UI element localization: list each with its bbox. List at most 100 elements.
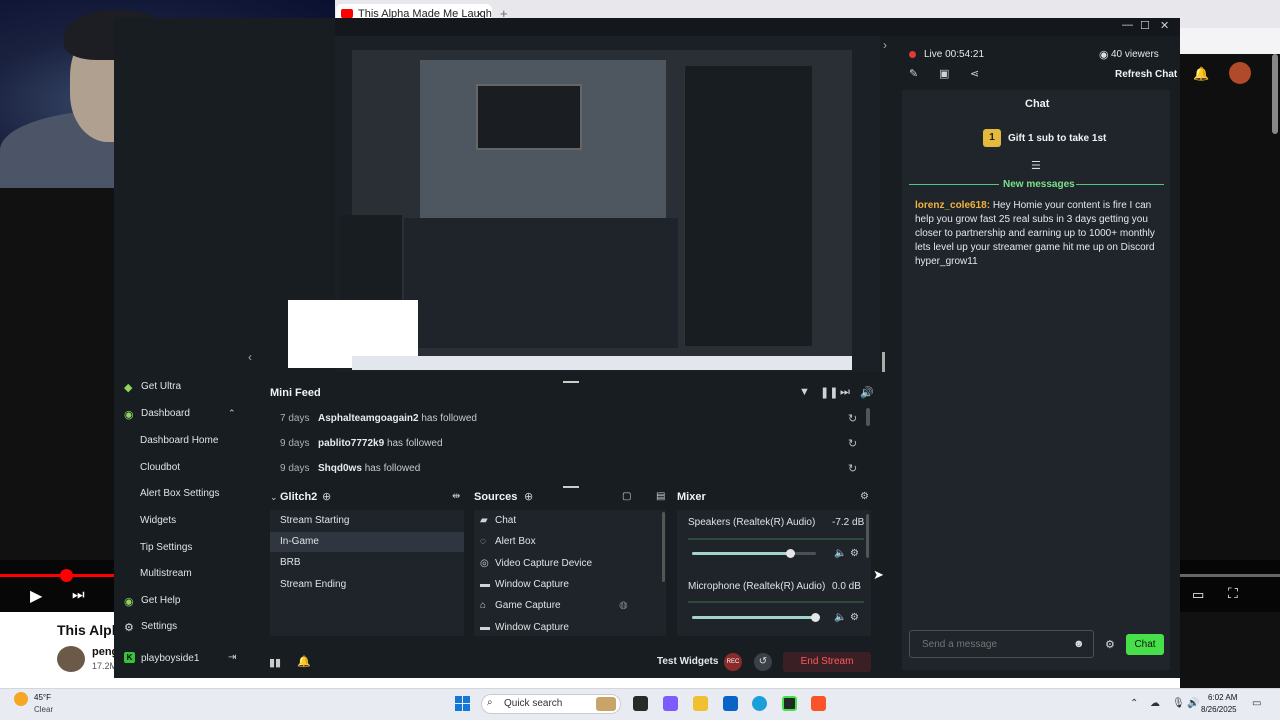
weather-temperature[interactable]: 45°F — [34, 693, 51, 702]
scene-item[interactable]: Stream Ending — [270, 575, 464, 595]
channel-gear-icon[interactable]: ⚙ — [850, 612, 859, 623]
volume-icon[interactable]: 🔊 — [860, 386, 874, 399]
sources-scrollbar[interactable] — [662, 512, 665, 582]
expand-right-icon[interactable]: › — [883, 38, 887, 52]
source-item[interactable]: ◌ Alert Box — [480, 536, 536, 547]
weather-icon[interactable] — [14, 692, 28, 706]
volume-tray-icon[interactable]: 🔊 — [1187, 698, 1199, 709]
replay-alert-icon[interactable]: ↻ — [848, 437, 857, 450]
mixer-volume-slider[interactable] — [692, 552, 816, 555]
notifications-icon[interactable]: ▭ — [1252, 698, 1261, 709]
channel-gear-icon[interactable]: ⚙ — [850, 548, 859, 559]
taskview-icon[interactable] — [633, 696, 648, 711]
replay-alert-icon[interactable]: ↻ — [848, 462, 857, 475]
chevron-up-icon[interactable]: ⌃ — [228, 408, 236, 419]
sidebar-item-widgets[interactable]: Widgets — [140, 515, 176, 526]
feed-scrollbar[interactable] — [866, 408, 870, 426]
mixer-volume-knob[interactable] — [786, 549, 795, 558]
hidden-eye-icon[interactable]: ◍ — [619, 600, 628, 611]
play-icon[interactable]: ▶ — [30, 586, 42, 606]
copilot-icon[interactable] — [663, 696, 678, 711]
screen-icon[interactable]: ▢ — [622, 491, 631, 502]
clock-time[interactable]: 6:02 AM — [1208, 693, 1237, 702]
sidebar-item-cloudbot[interactable]: Cloudbot — [140, 462, 180, 473]
next-icon[interactable]: ⏭ — [72, 586, 85, 603]
source-item[interactable]: ▬ Window Capture — [480, 622, 569, 633]
chevron-down-icon[interactable]: ⌄ — [270, 492, 278, 503]
windows-start-icon[interactable] — [455, 696, 470, 711]
brave-icon[interactable] — [811, 696, 826, 711]
source-item[interactable]: ◎ Video Capture Device — [480, 558, 592, 569]
minifeed-drag-handle[interactable] — [563, 381, 579, 383]
scene-item[interactable]: BRB — [270, 553, 464, 573]
test-widgets-button[interactable]: Test Widgets — [657, 656, 718, 667]
end-stream-button[interactable]: End Stream — [783, 652, 871, 672]
sidebar-item-dashboard[interactable]: ◉ Dashboard — [124, 408, 190, 421]
chat-username[interactable]: lorenz_cole618: — [915, 200, 990, 211]
replay-alert-icon[interactable]: ↻ — [848, 412, 857, 425]
add-scene-icon[interactable]: ⊕ — [322, 490, 331, 503]
edge-icon[interactable] — [752, 696, 767, 711]
refresh-chat-button[interactable]: Refresh Chat — [1115, 69, 1177, 80]
sidebar-item-multistream[interactable]: Multistream — [140, 568, 192, 579]
source-item[interactable]: ▰ Chat — [480, 515, 516, 526]
streamelements-taskbar-icon[interactable] — [782, 696, 797, 711]
scenes-title[interactable]: Glitch2 — [280, 491, 317, 503]
chat-settings-icon[interactable]: ⚙ — [1105, 638, 1115, 651]
tray-chevron-icon[interactable]: ⌃ — [1130, 698, 1138, 709]
file-explorer-icon[interactable] — [693, 696, 708, 711]
popout-icon[interactable]: ▣ — [939, 67, 949, 80]
account-avatar[interactable] — [1229, 62, 1251, 84]
mic-mute-icon[interactable]: 🔈 — [834, 612, 846, 623]
replay-buffer-icon[interactable]: ↺ — [754, 653, 772, 671]
add-source-icon[interactable]: ⊕ — [524, 490, 533, 503]
network-icon[interactable]: ☁ — [1150, 698, 1160, 709]
sidebar-item-tip-settings[interactable]: Tip Settings — [140, 542, 192, 553]
folder-icon[interactable]: ▤ — [656, 491, 665, 502]
scene-item-active[interactable]: In-Game — [270, 532, 464, 552]
skip-icon[interactable]: ⏭ — [840, 386, 850, 399]
mic-icon[interactable]: 🎙 — [1172, 698, 1185, 709]
preview-resize-handle[interactable] — [882, 352, 885, 372]
video-scrubber-handle[interactable] — [60, 569, 73, 582]
sidebar-item-settings[interactable]: ⚙ Settings — [124, 621, 177, 634]
page-scrollbar[interactable] — [1272, 54, 1278, 134]
close-button[interactable]: ✕ — [1160, 19, 1169, 32]
fullscreen-icon[interactable]: ⛶ — [1228, 585, 1238, 602]
filter-icon[interactable]: ▼ — [799, 386, 810, 398]
sidebar-item-get-help[interactable]: ◉ Get Help — [124, 595, 180, 608]
pause-icon[interactable]: ❚❚ — [820, 386, 838, 399]
mixer-settings-icon[interactable]: ⚙ — [860, 491, 869, 502]
speaker-mute-icon[interactable]: 🔈 — [834, 548, 846, 559]
collapse-left-icon[interactable]: ‹ — [248, 350, 252, 364]
logout-icon[interactable]: ⇥ — [228, 652, 236, 663]
mixer-volume-knob[interactable] — [811, 613, 820, 622]
share-icon[interactable]: ⋖ — [970, 67, 979, 80]
clock-date[interactable]: 8/26/2025 — [1201, 705, 1237, 714]
alerts-bell-icon[interactable]: 🔔 — [297, 655, 311, 668]
send-chat-button[interactable]: Chat — [1126, 634, 1164, 655]
channel-avatar[interactable] — [57, 646, 85, 672]
mixer-scrollbar[interactable] — [866, 514, 869, 558]
chat-input[interactable] — [909, 630, 1094, 658]
docks-drag-handle[interactable] — [563, 486, 579, 488]
record-button[interactable]: REC — [724, 653, 742, 671]
sidebar-item-get-ultra[interactable]: ◆ Get Ultra — [124, 381, 181, 394]
stats-icon[interactable]: ▮▮ — [269, 656, 281, 669]
transition-icon[interactable]: ⇹ — [452, 491, 460, 502]
chat-menu-icon[interactable]: ☰ — [1031, 159, 1041, 172]
maximize-button[interactable]: ☐ — [1140, 19, 1150, 32]
sidebar-item-alert-box-settings[interactable]: Alert Box Settings — [140, 488, 219, 499]
source-item[interactable]: ▬ Window Capture — [480, 579, 569, 590]
notification-bell-icon[interactable]: 🔔 — [1193, 66, 1209, 82]
theater-icon[interactable]: ▭ — [1192, 587, 1204, 603]
edit-icon[interactable]: ✎ — [909, 67, 918, 80]
scene-item[interactable]: Stream Starting — [270, 511, 464, 531]
mixer-volume-slider[interactable] — [692, 616, 816, 619]
minimize-button[interactable]: — — [1122, 19, 1133, 31]
gift-sub-prompt[interactable]: Gift 1 sub to take 1st — [1008, 133, 1106, 144]
emoji-icon[interactable]: ☻ — [1073, 638, 1085, 650]
source-item[interactable]: ⌂ Game Capture — [480, 600, 561, 611]
user-name[interactable]: playboyside1 — [141, 653, 199, 664]
sidebar-item-dashboard-home[interactable]: Dashboard Home — [140, 435, 218, 446]
